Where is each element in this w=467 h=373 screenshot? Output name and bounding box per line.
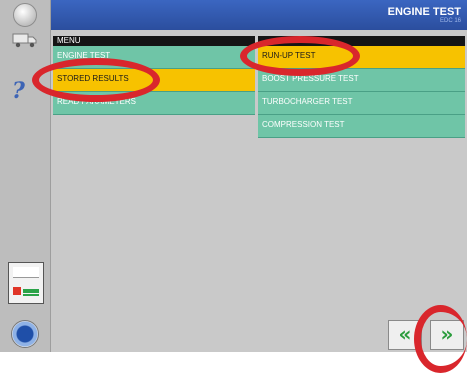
screen: ? ENGINE TEST EDC 16 MENU ENGINE TEST ST… bbox=[0, 0, 467, 352]
left-sidebar: ? bbox=[0, 0, 51, 352]
truck-icon[interactable] bbox=[12, 32, 38, 48]
annotation-ring-run-up-test bbox=[240, 36, 360, 76]
submenu-item-compression-test[interactable]: COMPRESSION TEST bbox=[258, 115, 465, 138]
device-bar-green bbox=[23, 289, 39, 293]
submenu-item-turbocharger-test[interactable]: TURBOCHARGER TEST bbox=[258, 92, 465, 115]
device-led-red bbox=[13, 287, 21, 295]
annotation-ring-forward bbox=[414, 305, 467, 373]
page-title: ENGINE TEST bbox=[387, 6, 461, 18]
submenu-item-label: TURBOCHARGER TEST bbox=[262, 97, 353, 106]
power-icon[interactable] bbox=[13, 3, 37, 27]
page-subtitle: EDC 16 bbox=[439, 18, 461, 24]
menu-heading: MENU bbox=[53, 36, 255, 46]
menu-heading-label: MENU bbox=[57, 36, 81, 45]
help-glyph: ? bbox=[12, 78, 25, 104]
disc-icon[interactable] bbox=[11, 320, 39, 348]
device-bar-green-2 bbox=[23, 294, 39, 296]
header-bar: ENGINE TEST EDC 16 bbox=[51, 0, 467, 30]
submenu-item-label: COMPRESSION TEST bbox=[262, 120, 345, 129]
device-screen bbox=[13, 267, 39, 278]
device-icon[interactable] bbox=[8, 262, 44, 304]
annotation-ring-stored-results bbox=[32, 58, 160, 102]
